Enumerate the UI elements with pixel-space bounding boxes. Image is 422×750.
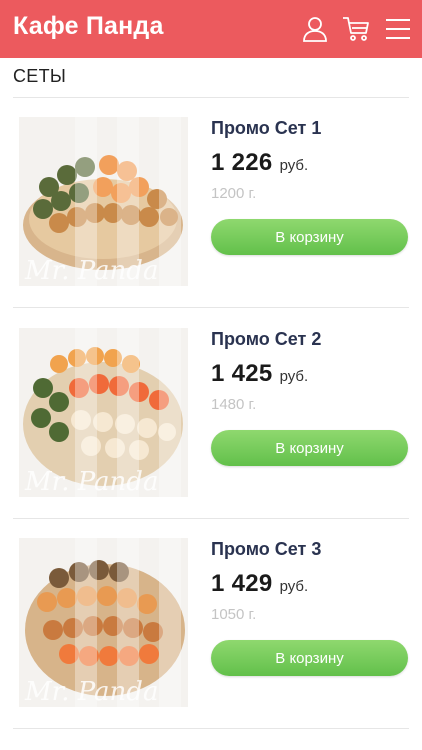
- section-title: СЕТЫ: [13, 66, 67, 86]
- price-currency: руб.: [279, 157, 309, 174]
- product-image[interactable]: Mr. Panda: [19, 328, 188, 497]
- price-currency: руб.: [279, 368, 309, 385]
- price-row: 1 226 руб.: [211, 149, 308, 177]
- product-price: 1 226: [211, 149, 273, 176]
- user-icon[interactable]: [300, 14, 330, 44]
- product-card: Mr. Panda Промо Сет 1 1 226 руб. 1200 г.…: [0, 98, 422, 309]
- product-price: 1 429: [211, 570, 273, 597]
- product-name[interactable]: Промо Сет 3: [211, 539, 321, 560]
- svg-text:Mr. Panda: Mr. Panda: [24, 677, 158, 707]
- add-to-cart-button[interactable]: В корзину: [211, 219, 408, 255]
- add-to-cart-button[interactable]: В корзину: [211, 430, 408, 466]
- app-header: Кафе Панда: [0, 0, 422, 58]
- product-divider: [13, 307, 409, 308]
- product-card: Mr. Panda Промо Сет 3 1 429 руб. 1050 г.…: [0, 519, 422, 730]
- product-price: 1 425: [211, 360, 273, 387]
- add-to-cart-button[interactable]: В корзину: [211, 640, 408, 676]
- product-card: Mr. Panda Промо Сет 2 1 425 руб. 1480 г.…: [0, 309, 422, 520]
- product-name[interactable]: Промо Сет 2: [211, 329, 321, 350]
- svg-text:Mr. Panda: Mr. Panda: [24, 256, 158, 286]
- product-name[interactable]: Промо Сет 1: [211, 118, 321, 139]
- svg-text:Mr. Panda: Mr. Panda: [24, 467, 158, 497]
- cart-icon[interactable]: [341, 14, 371, 44]
- product-divider: [13, 728, 409, 729]
- price-row: 1 425 руб.: [211, 360, 308, 388]
- product-weight: 1480 г.: [211, 396, 257, 413]
- product-weight: 1200 г.: [211, 185, 257, 202]
- product-weight: 1050 г.: [211, 606, 257, 623]
- product-image[interactable]: Mr. Panda: [19, 117, 188, 286]
- hamburger-menu-icon[interactable]: [383, 14, 413, 44]
- price-row: 1 429 руб.: [211, 570, 308, 598]
- price-currency: руб.: [279, 578, 309, 595]
- product-image[interactable]: Mr. Panda: [19, 538, 188, 707]
- brand-title[interactable]: Кафе Панда: [13, 12, 164, 41]
